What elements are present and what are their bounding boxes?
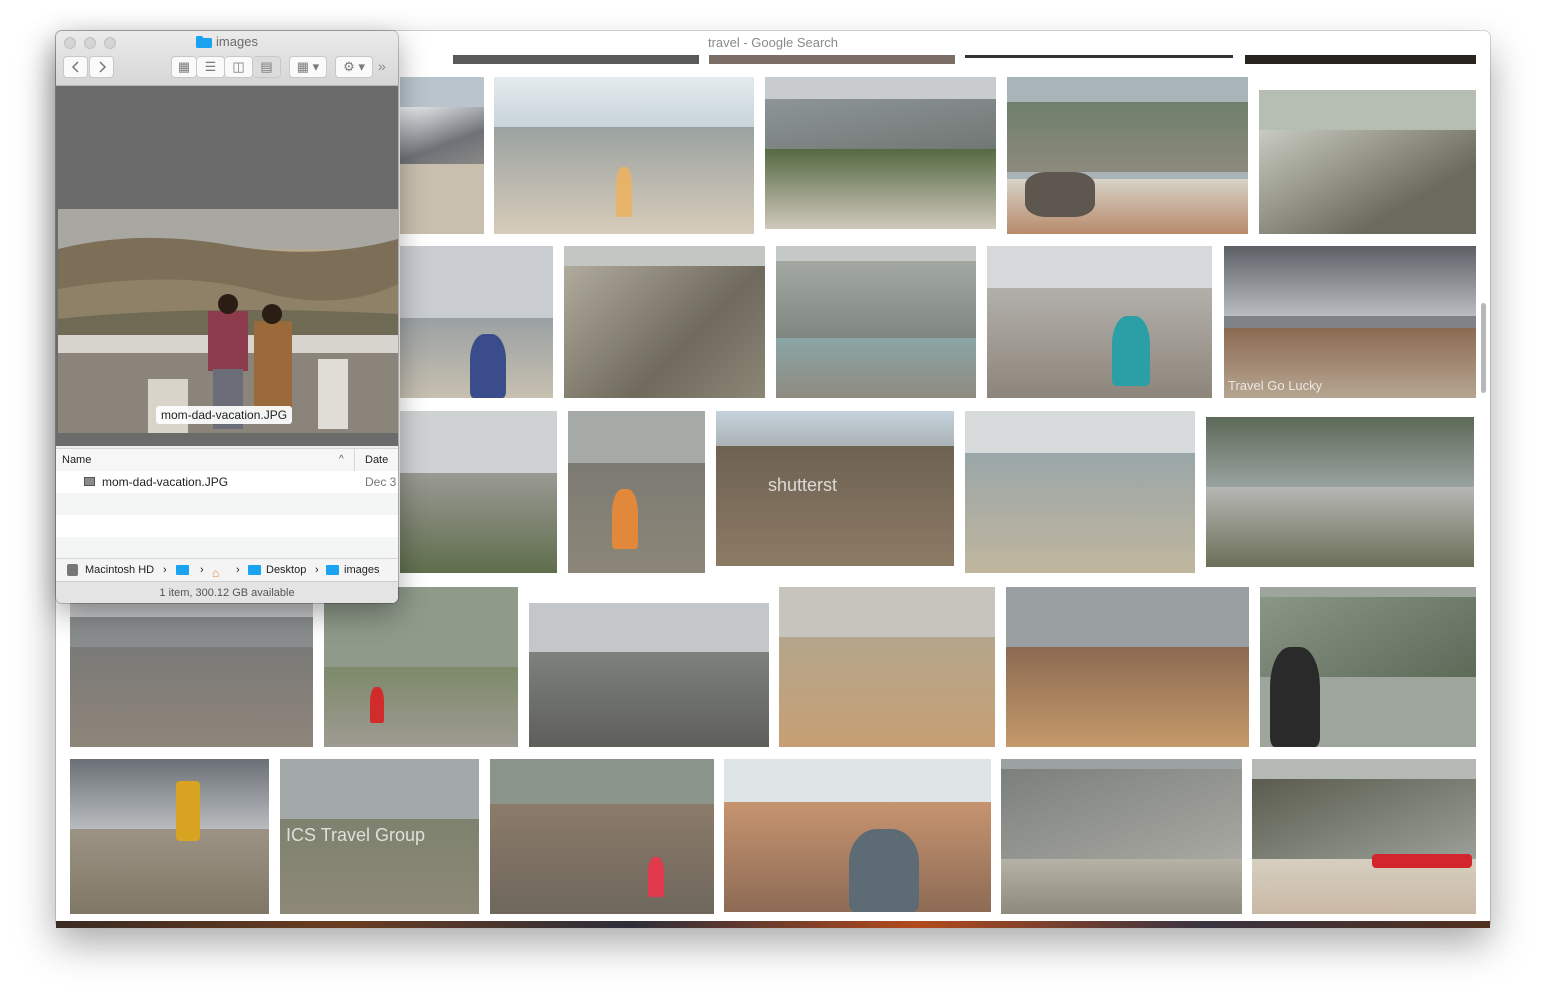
image-result[interactable] [400,77,484,234]
file-name: mom-dad-vacation.JPG [102,475,229,489]
desktop-folder-icon [248,565,261,575]
image-result[interactable] [564,246,765,398]
image-result[interactable] [400,246,553,398]
list-empty-row [56,537,398,558]
image-result[interactable] [1006,587,1249,747]
path-bar: Macintosh HD › › ⌂ › Desktop › images [56,558,398,581]
action-gear-button[interactable]: ⚙ ▾ [335,56,373,78]
image-result[interactable] [1252,759,1476,914]
preview-image[interactable] [58,209,398,433]
path-item-macintosh-hd[interactable]: Macintosh HD [85,559,154,581]
status-bar: 1 item, 300.12 GB available [56,581,398,603]
file-date: Dec 3 [365,475,397,489]
image-result[interactable] [765,77,996,229]
path-separator: › [315,564,319,576]
image-result[interactable] [1007,77,1248,234]
finder-title-text: images [216,34,258,49]
image-result[interactable] [1260,587,1476,747]
sort-chevron-icon[interactable]: ^ [339,449,344,471]
list-empty-row [56,493,398,515]
path-item-images[interactable]: images [344,559,379,581]
view-list-button[interactable]: ☰ [197,56,225,78]
image-file-icon [84,477,95,486]
watermark-text: shutterst [768,475,838,495]
image-result[interactable] [965,55,1233,58]
image-result[interactable] [987,246,1212,398]
image-result[interactable] [1206,417,1474,567]
path-item-desktop[interactable]: Desktop [266,559,306,581]
column-header-name[interactable]: Name [62,449,91,471]
finder-window: images ▦ ☰ ◫ ▤ ▦ ▾ ⚙ ▾ » mom-dad-vacatio… [56,31,398,603]
chevron-right-icon [98,61,106,73]
users-folder-icon[interactable] [176,565,189,575]
image-result[interactable] [1259,90,1476,234]
forward-button[interactable] [89,56,114,78]
image-result[interactable] [453,55,699,64]
image-result[interactable] [776,246,976,398]
group-button[interactable]: ▦ ▾ [289,56,327,78]
list-header: Name ^ Date M [56,448,398,488]
coverflow-preview [56,86,398,446]
folder-icon [196,36,213,51]
image-result[interactable] [400,411,557,573]
image-result[interactable] [490,759,714,914]
list-item[interactable]: mom-dad-vacation.JPG Dec 3 [56,471,398,493]
image-result[interactable]: Travel Go Lucky [1224,246,1476,398]
image-result[interactable] [709,55,955,64]
image-result[interactable]: shutterst [716,411,954,566]
scrollbar[interactable] [1481,303,1486,393]
image-result[interactable] [70,759,269,914]
preview-filename: mom-dad-vacation.JPG [156,406,293,424]
list-empty-row [56,515,398,537]
path-separator: › [236,564,240,576]
image-result[interactable] [70,587,313,747]
desktop-wallpaper-strip [56,921,1490,928]
image-result[interactable]: ICS Travel Group [280,759,479,914]
hard-drive-icon [67,564,78,576]
image-result[interactable] [494,77,754,234]
path-separator: › [163,564,167,576]
image-result[interactable] [779,587,995,747]
image-result[interactable] [324,587,518,747]
image-result[interactable] [529,603,769,747]
view-columns-button[interactable]: ◫ [225,56,253,78]
image-result[interactable] [965,411,1195,573]
image-result[interactable] [568,411,705,573]
image-result[interactable] [1001,759,1242,914]
finder-title: images [56,34,398,51]
image-result[interactable] [1245,55,1476,64]
view-coverflow-button[interactable]: ▤ [253,56,281,78]
finder-toolbar: images ▦ ☰ ◫ ▤ ▦ ▾ ⚙ ▾ » [56,31,398,86]
watermark-text: ICS Travel Group [286,825,426,845]
vacation-photo [58,209,398,433]
image-result[interactable] [724,759,991,912]
path-separator: › [200,564,204,576]
view-icons-button[interactable]: ▦ [171,56,197,78]
chevron-left-icon [71,61,79,73]
toolbar-overflow-button[interactable]: » [378,58,386,74]
images-folder-icon [326,565,339,575]
watermark-text: Travel Go Lucky [1228,378,1323,393]
back-button[interactable] [63,56,88,78]
